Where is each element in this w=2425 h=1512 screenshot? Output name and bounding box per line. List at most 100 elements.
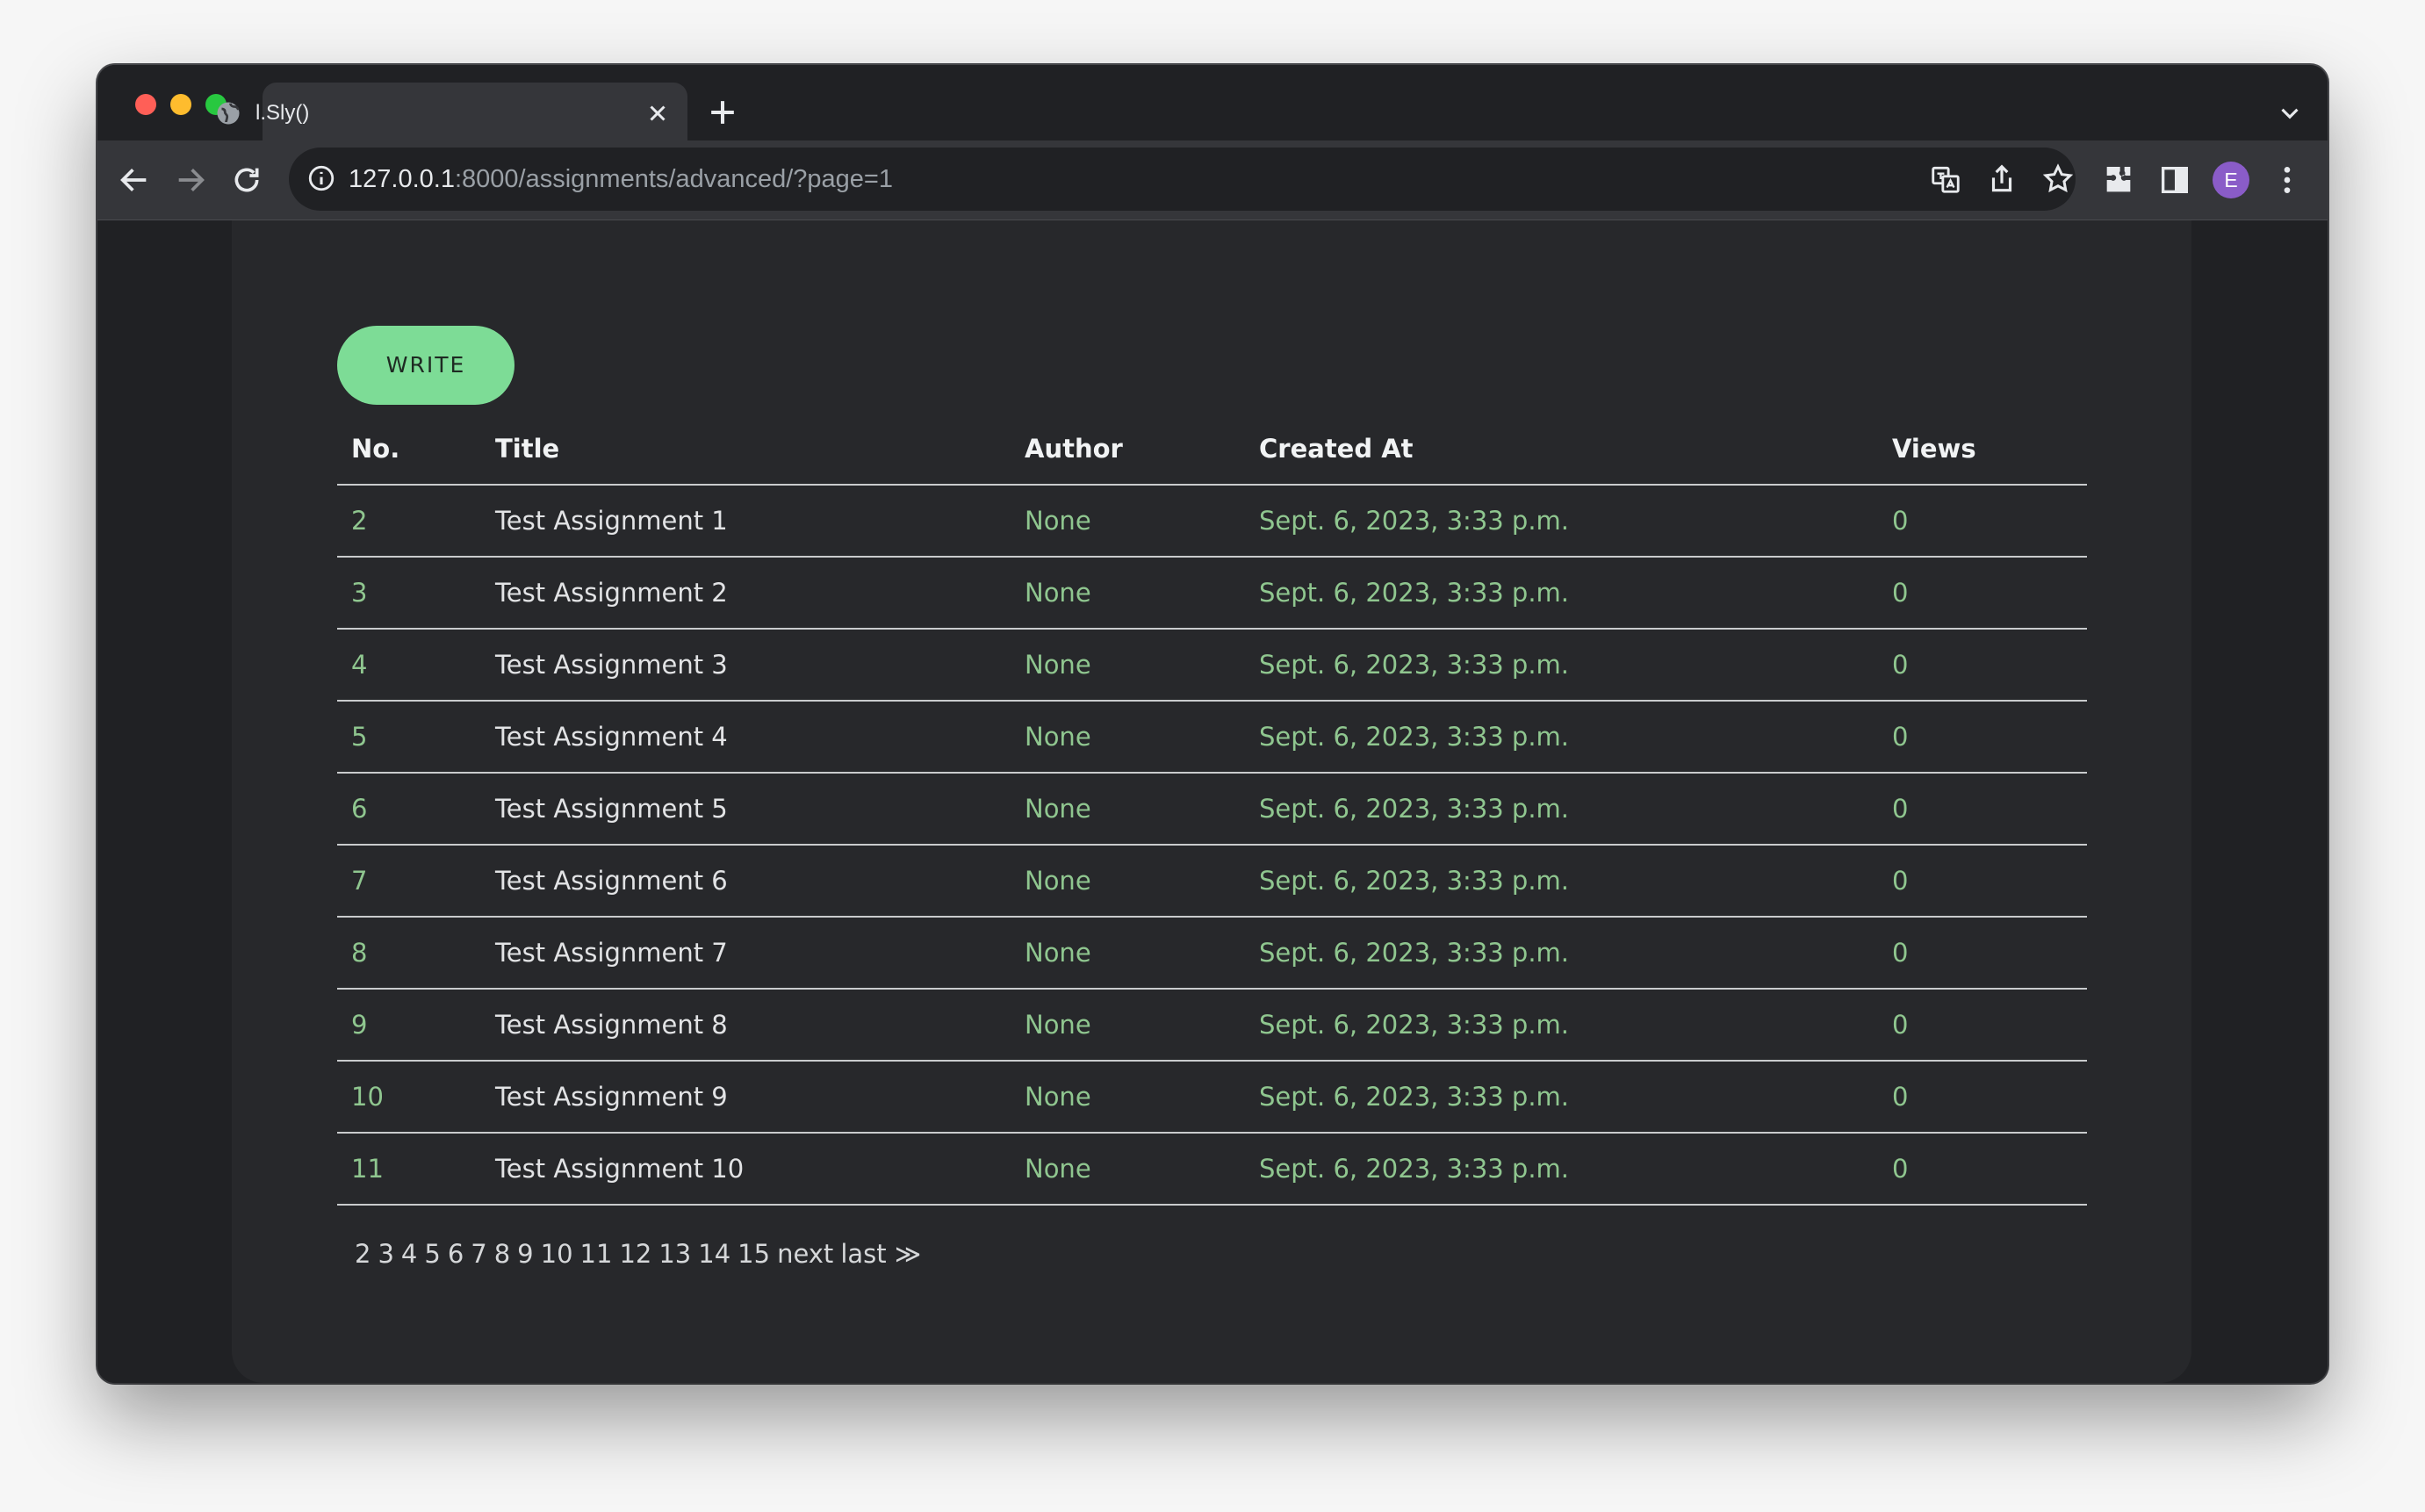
cell-no: 11 [337,1133,481,1206]
cell-title[interactable]: Test Assignment 4 [481,701,1011,774]
address-bar[interactable]: 127.0.0.1:8000/assignments/advanced/?pag… [289,148,2076,211]
col-header-no: No. [337,414,481,486]
close-window-button[interactable] [135,94,156,115]
page-link[interactable]: 12 [619,1239,651,1269]
page-link[interactable]: 5 [424,1239,440,1269]
table-row[interactable]: 9 Test Assignment 8 None Sept. 6, 2023, 3:3… [337,989,2087,1062]
cell-author: None [1011,989,1245,1062]
page-link[interactable]: 15 [738,1239,770,1269]
table-row[interactable]: 7 Test Assignment 6 None Sept. 6, 2023, 3:3… [337,845,2087,918]
col-header-author: Author [1011,414,1245,486]
table-row[interactable]: 10 Test Assignment 9 None Sept. 6, 2023, 3:… [337,1061,2087,1134]
translate-icon[interactable] [1929,162,1962,196]
bookmark-star-icon[interactable] [2041,162,2075,196]
table-row[interactable]: 11 Test Assignment 10 None Sept. 6, 2023, 3… [337,1133,2087,1206]
cell-no: 3 [337,557,481,630]
pagination: 2 3 4 5 6 7 8 9 10 11 12 13 14 15 next last ≫ [355,1239,928,1269]
cell-no: 2 [337,485,481,558]
cell-title[interactable]: Test Assignment 3 [481,629,1011,702]
col-header-views: Views [1878,414,2087,486]
page-link[interactable]: 14 [698,1239,730,1269]
minimize-window-button[interactable] [170,94,191,115]
cell-views: 0 [1878,773,2087,846]
page-link[interactable]: 6 [448,1239,464,1269]
close-icon[interactable] [642,97,673,129]
page-link[interactable]: last ≫ [840,1239,921,1269]
cell-title[interactable]: Test Assignment 7 [481,917,1011,990]
cell-created: Sept. 6, 2023, 3:33 p.m. [1245,629,1878,702]
cell-no: 9 [337,989,481,1062]
cell-author: None [1011,845,1245,918]
forward-icon[interactable] [173,162,208,198]
page-link[interactable]: 8 [494,1239,510,1269]
cell-created: Sept. 6, 2023, 3:33 p.m. [1245,1133,1878,1206]
cell-no: 5 [337,701,481,774]
cell-title[interactable]: Test Assignment 8 [481,989,1011,1062]
cell-no: 7 [337,845,481,918]
cell-title[interactable]: Test Assignment 2 [481,557,1011,630]
page-link[interactable]: 9 [517,1239,533,1269]
cell-title[interactable]: Test Assignment 5 [481,773,1011,846]
cell-views: 0 [1878,629,2087,702]
write-button[interactable]: WRITE [337,326,515,405]
tab-title: l.Sly() [255,101,310,125]
profile-avatar[interactable]: E [2213,162,2249,198]
page-link[interactable]: 10 [541,1239,573,1269]
assignment-table: No. Title Author Created At Views 2 Test … [337,414,2087,1206]
cell-views: 0 [1878,1061,2087,1134]
plus-icon[interactable] [703,93,742,132]
cell-title[interactable]: Test Assignment 1 [481,485,1011,558]
cell-author: None [1011,1061,1245,1134]
browser-window: l.Sly() 127.0.0.1:8000/assignments/advan… [97,65,2328,1383]
table-row[interactable]: 2 Test Assignment 1 None Sept. 6, 2023, 3:3… [337,485,2087,558]
cell-views: 0 [1878,701,2087,774]
assignment-card: WRITE No. Title Author Created At Views … [232,220,2191,1383]
reload-icon[interactable] [229,162,264,198]
cell-created: Sept. 6, 2023, 3:33 p.m. [1245,485,1878,558]
table-row[interactable]: 3 Test Assignment 2 None Sept. 6, 2023, 3:3… [337,557,2087,630]
page-link[interactable]: 7 [471,1239,486,1269]
browser-tab[interactable] [263,83,687,140]
cell-title[interactable]: Test Assignment 9 [481,1061,1011,1134]
cell-title[interactable]: Test Assignment 6 [481,845,1011,918]
cell-author: None [1011,917,1245,990]
table-row[interactable]: 5 Test Assignment 4 None Sept. 6, 2023, 3:3… [337,701,2087,774]
url-text[interactable]: 127.0.0.1:8000/assignments/advanced/?pag… [349,162,893,197]
table-row[interactable]: 8 Test Assignment 7 None Sept. 6, 2023, 3:3… [337,917,2087,990]
table-row[interactable]: 6 Test Assignment 5 None Sept. 6, 2023, 3:3… [337,773,2087,846]
cell-author: None [1011,485,1245,558]
back-icon[interactable] [117,162,152,198]
page-content: WRITE No. Title Author Created At Views … [97,220,2328,1383]
side-panel-icon[interactable] [2157,162,2192,198]
cell-author: None [1011,557,1245,630]
page-link[interactable]: next [777,1239,833,1269]
page-link[interactable]: 3 [378,1239,393,1269]
cell-views: 0 [1878,917,2087,990]
cell-created: Sept. 6, 2023, 3:33 p.m. [1245,1061,1878,1134]
cell-created: Sept. 6, 2023, 3:33 p.m. [1245,557,1878,630]
cell-created: Sept. 6, 2023, 3:33 p.m. [1245,845,1878,918]
cell-author: None [1011,773,1245,846]
page-link[interactable]: 4 [401,1239,417,1269]
cell-author: None [1011,1133,1245,1206]
more-menu-icon[interactable] [2270,162,2305,198]
url-path: :8000/assignments/advanced/?page=1 [454,165,893,193]
cell-no: 8 [337,917,481,990]
page-link[interactable]: 11 [580,1239,613,1269]
page-link[interactable]: 13 [658,1239,691,1269]
info-icon[interactable] [306,163,336,193]
cell-views: 0 [1878,989,2087,1062]
extensions-icon[interactable] [2101,162,2136,198]
cell-author: None [1011,629,1245,702]
chevron-down-icon[interactable] [2275,98,2305,128]
cell-created: Sept. 6, 2023, 3:33 p.m. [1245,917,1878,990]
table-header-row: No. Title Author Created At Views [337,414,2087,486]
col-header-created-at: Created At [1245,414,1878,486]
table-row[interactable]: 4 Test Assignment 3 None Sept. 6, 2023, 3:3… [337,629,2087,702]
cell-title[interactable]: Test Assignment 10 [481,1133,1011,1206]
cell-views: 0 [1878,557,2087,630]
share-icon[interactable] [1985,162,2018,196]
tab-strip: l.Sly() [97,65,2328,140]
page-link[interactable]: 2 [355,1239,371,1269]
cell-no: 4 [337,629,481,702]
